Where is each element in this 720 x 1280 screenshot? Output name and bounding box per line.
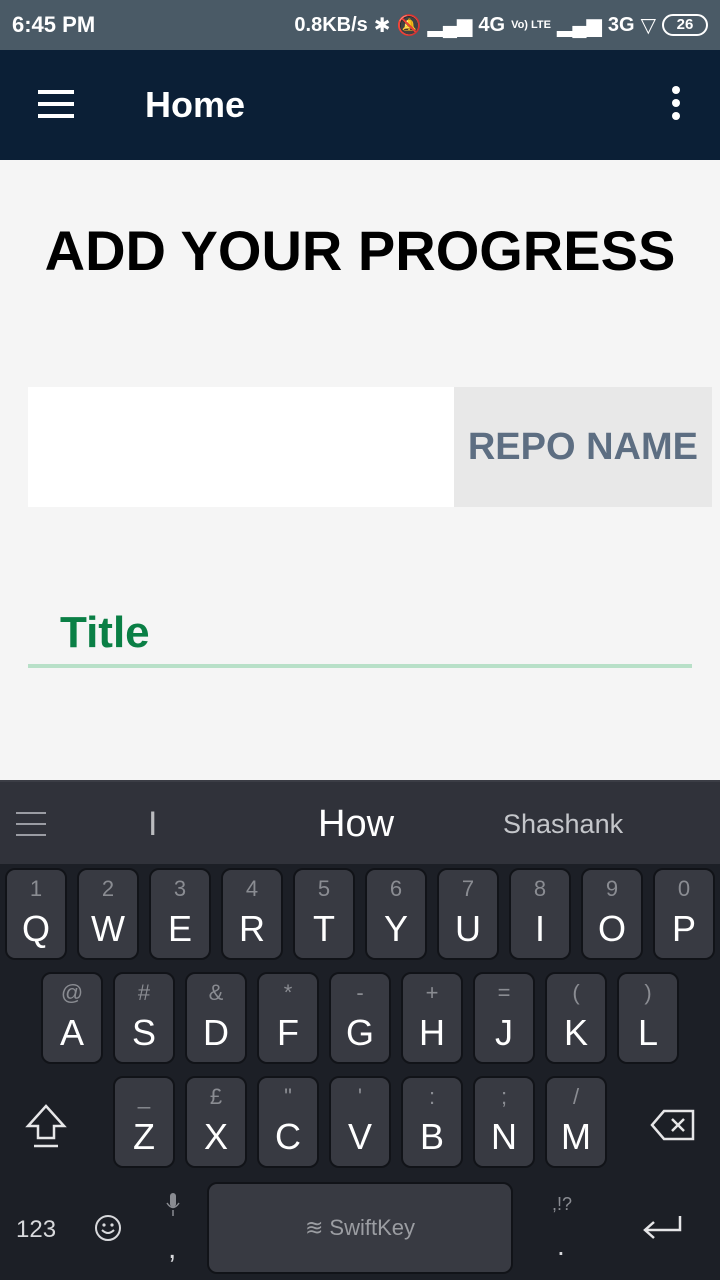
key-p[interactable]: 0P [653,868,715,960]
key-u[interactable]: 7U [437,868,499,960]
signal-icon: ▂▄▆ [427,14,473,37]
more-vert-icon[interactable] [666,86,686,124]
key-z[interactable]: _ Z [113,1076,175,1168]
page-title: Home [145,84,246,125]
title-field[interactable]: Title [28,600,692,668]
period-key[interactable]: . [557,1230,565,1262]
enter-icon[interactable] [640,1212,684,1242]
key-y[interactable]: 6Y [365,868,427,960]
emoji-icon[interactable] [94,1214,122,1242]
status-time: 6:45 PM [12,12,96,37]
key-q[interactable]: 1Q [5,868,67,960]
suggestion-bar: I How Shashank [0,780,720,864]
key-a[interactable]: @ A [41,972,103,1064]
repo-name-button[interactable]: REPO NAME [454,387,712,507]
key-i[interactable]: 8I [509,868,571,960]
microphone-icon[interactable] [166,1192,180,1218]
network-type-1: 4G [478,13,506,36]
battery-icon: 26 [662,14,708,36]
key-t[interactable]: 5T [293,868,355,960]
key-e[interactable]: 3E [149,868,211,960]
key-c[interactable]: " C [257,1076,319,1168]
repo-row: REPO NAME [28,387,712,507]
shift-icon[interactable] [20,1100,72,1150]
status-bar: 6:45 PM 0.8KB/s ✱ 🔕 ▂▄▆ 4G Vo) LTE ▂▄▆ 3… [0,0,720,50]
network-type-2: 3G [607,13,635,36]
keyboard-menu-icon[interactable] [16,812,46,836]
key-f[interactable]: * F [257,972,319,1064]
volte-icon: Vo) LTE [511,19,551,31]
repo-input[interactable] [28,387,454,507]
suggestion-1[interactable]: I [148,782,157,866]
network-speed: 0.8KB/s [294,13,368,36]
comma-key[interactable]: , [168,1232,176,1266]
numbers-key[interactable]: 123 [16,1216,56,1244]
suggestion-2[interactable]: How [318,782,394,866]
wifi-icon: ▽ [640,14,656,37]
key-k[interactable]: (K [545,972,607,1064]
bluetooth-icon: ✱ [373,14,391,37]
key-v[interactable]: ' V [329,1076,391,1168]
key-s[interactable]: # S [113,972,175,1064]
swiftkey-logo: ≋ [304,1215,324,1240]
signal-icon-2: ▂▄▆ [556,14,602,37]
key-x[interactable]: £ X [185,1076,247,1168]
space-brand: SwiftKey [329,1215,416,1240]
space-bar[interactable]: ≋ SwiftKey [207,1182,513,1274]
key-o[interactable]: 9O [581,868,643,960]
key-j[interactable]: = J [473,972,535,1064]
app-bar: Home [0,50,720,160]
punctuation-hint: ,!? [552,1194,573,1214]
suggestion-3[interactable]: Shashank [503,782,623,866]
title-underline [28,664,692,668]
mute-icon: 🔕 [396,14,422,37]
key-b[interactable]: :B [401,1076,463,1168]
progress-heading: ADD YOUR PROGRESS [44,219,676,282]
backspace-icon[interactable] [650,1108,696,1142]
key-l[interactable]: ) L [617,972,679,1064]
key-d[interactable]: & D [185,972,247,1064]
key-n[interactable]: ; N [473,1076,535,1168]
key-h[interactable]: + H [401,972,463,1064]
hamburger-menu-icon[interactable] [38,90,74,118]
key-w[interactable]: 2W [77,868,139,960]
key-r[interactable]: 4R [221,868,283,960]
title-label: Title [60,608,150,657]
key-g[interactable]: -G [329,972,391,1064]
key-m[interactable]: / M [545,1076,607,1168]
soft-keyboard: I How Shashank 1Q 2W 3E 4R 5T 6Y 7U 8I 9… [0,780,720,1280]
status-icons: 0.8KB/s ✱ 🔕 ▂▄▆ 4G Vo) LTE ▂▄▆ 3G ▽ 26 [294,13,708,38]
